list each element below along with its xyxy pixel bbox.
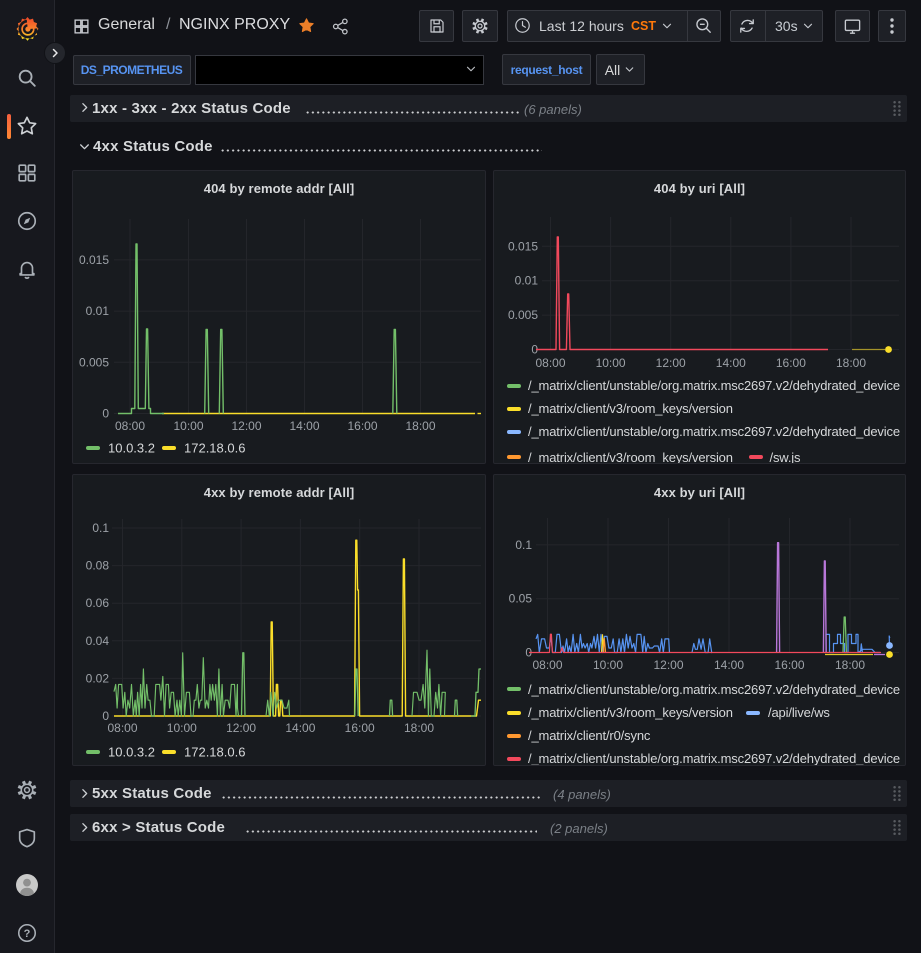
svg-text:0.015: 0.015 (79, 253, 109, 267)
svg-text:12:00: 12:00 (226, 721, 256, 735)
svg-text:172.18.0.6: 172.18.0.6 (184, 441, 245, 456)
svg-text:10.0.3.2: 10.0.3.2 (108, 441, 155, 456)
svg-text:0.005: 0.005 (508, 308, 538, 322)
svg-text:0.015: 0.015 (508, 239, 538, 253)
svg-text:16:00: 16:00 (347, 419, 377, 433)
svg-text:10:00: 10:00 (593, 658, 623, 672)
svg-text:12:00: 12:00 (653, 658, 683, 672)
svg-text:0.1: 0.1 (92, 521, 109, 535)
svg-text:14:00: 14:00 (289, 419, 319, 433)
svg-text:0.1: 0.1 (515, 538, 532, 552)
svg-text:?: ? (24, 928, 31, 940)
svg-text:10:00: 10:00 (167, 721, 197, 735)
svg-text:0: 0 (102, 407, 109, 421)
svg-text:16:00: 16:00 (345, 721, 375, 735)
svg-text:18:00: 18:00 (405, 419, 435, 433)
svg-text:08:00: 08:00 (115, 419, 145, 433)
svg-text:10:00: 10:00 (173, 419, 203, 433)
svg-text:14:00: 14:00 (716, 356, 746, 370)
svg-text:0.005: 0.005 (79, 355, 109, 369)
svg-text:0.06: 0.06 (86, 596, 110, 610)
svg-text:08:00: 08:00 (107, 721, 137, 735)
svg-text:0.01: 0.01 (86, 304, 110, 318)
svg-text:08:00: 08:00 (535, 356, 565, 370)
svg-text:12:00: 12:00 (231, 419, 261, 433)
svg-text:08:00: 08:00 (532, 658, 562, 672)
svg-text:18:00: 18:00 (835, 658, 865, 672)
svg-text:16:00: 16:00 (776, 356, 806, 370)
svg-text:14:00: 14:00 (714, 658, 744, 672)
svg-text:14:00: 14:00 (285, 721, 315, 735)
svg-text:12:00: 12:00 (656, 356, 686, 370)
svg-text:18:00: 18:00 (836, 356, 866, 370)
svg-text:0.04: 0.04 (86, 634, 110, 648)
svg-text:18:00: 18:00 (404, 721, 434, 735)
svg-text:16:00: 16:00 (774, 658, 804, 672)
svg-text:0.05: 0.05 (509, 592, 533, 606)
svg-text:0.02: 0.02 (86, 671, 110, 685)
svg-text:10.0.3.2: 10.0.3.2 (108, 745, 155, 760)
svg-text:0.01: 0.01 (515, 274, 539, 288)
svg-text:10:00: 10:00 (596, 356, 626, 370)
svg-text:0.08: 0.08 (86, 559, 110, 573)
svg-text:172.18.0.6: 172.18.0.6 (184, 745, 245, 760)
